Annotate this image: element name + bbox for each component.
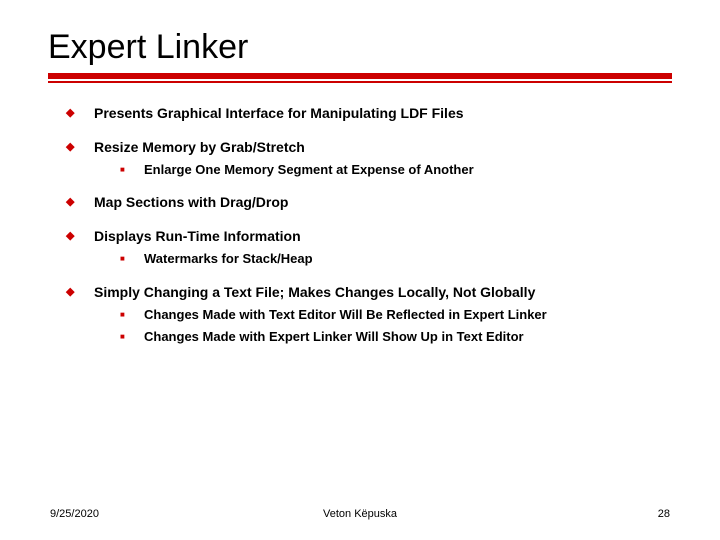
bullet-text: Simply Changing a Text File; Makes Chang… — [94, 284, 535, 300]
bullet-item: Presents Graphical Interface for Manipul… — [66, 105, 672, 123]
bullet-text: Resize Memory by Grab/Stretch — [94, 139, 305, 155]
footer-page: 28 — [463, 508, 670, 520]
bullet-item: Displays Run-Time Information Watermarks… — [66, 228, 672, 268]
sub-bullet-text: Watermarks for Stack/Heap — [144, 251, 313, 266]
bullet-text: Presents Graphical Interface for Manipul… — [94, 105, 464, 121]
footer-author: Veton Këpuska — [257, 508, 464, 520]
bullet-text: Map Sections with Drag/Drop — [94, 194, 288, 210]
bullet-item: Map Sections with Drag/Drop — [66, 194, 672, 212]
bullet-item: Simply Changing a Text File; Makes Chang… — [66, 284, 672, 346]
slide-content: Presents Graphical Interface for Manipul… — [48, 105, 672, 508]
title-divider — [48, 73, 672, 85]
bullet-item: Resize Memory by Grab/Stretch Enlarge On… — [66, 139, 672, 179]
slide: Expert Linker Presents Graphical Interfa… — [0, 0, 720, 540]
slide-title: Expert Linker — [48, 28, 672, 67]
slide-footer: 9/25/2020 Veton Këpuska 28 — [48, 508, 672, 524]
sub-bullet-text: Enlarge One Memory Segment at Expense of… — [144, 162, 474, 177]
footer-date: 9/25/2020 — [50, 508, 257, 520]
sub-bullet-item: Changes Made with Text Editor Will Be Re… — [120, 307, 672, 323]
sub-bullet-text: Changes Made with Text Editor Will Be Re… — [144, 307, 547, 322]
bullet-text: Displays Run-Time Information — [94, 228, 301, 244]
sub-bullet-item: Changes Made with Expert Linker Will Sho… — [120, 329, 672, 345]
sub-bullet-text: Changes Made with Expert Linker Will Sho… — [144, 329, 524, 344]
sub-bullet-item: Enlarge One Memory Segment at Expense of… — [120, 162, 672, 178]
sub-bullet-item: Watermarks for Stack/Heap — [120, 251, 672, 267]
